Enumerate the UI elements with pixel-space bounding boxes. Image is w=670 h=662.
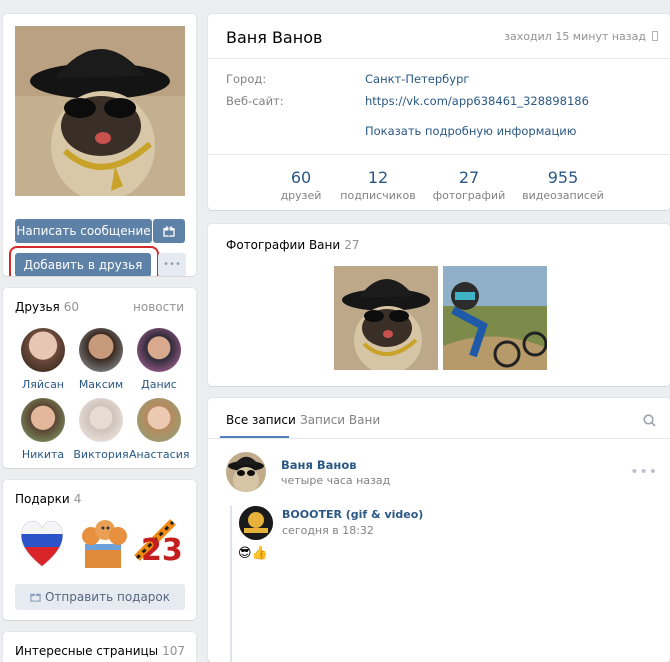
photos-block: Фотографии Вани 27 — [208, 224, 670, 386]
friends-heading[interactable]: Друзья 60 — [15, 300, 79, 314]
add-friend-button[interactable]: Добавить в друзья — [15, 253, 151, 276]
website-link[interactable]: https://vk.com/app638461_328898186 — [365, 94, 589, 108]
last-seen-status: заходил 15 минут назад — [504, 30, 658, 43]
gift-icon — [30, 593, 41, 602]
gift-button[interactable] — [153, 219, 185, 243]
website-label: Веб-сайт: — [226, 94, 284, 108]
city-link[interactable]: Санкт-Петербург — [365, 72, 469, 86]
gifts-heading[interactable]: Подарки 4 — [15, 492, 81, 506]
post-text: 😎👍 — [238, 546, 268, 561]
friends-block: Друзья 60 новости Ляйсан Максим Данис Ник… — [3, 288, 196, 468]
pug-photo — [15, 26, 185, 196]
avatar-block: Написать сообщение Добавить в друзья ••• — [3, 14, 196, 276]
friend-avatar — [21, 328, 65, 372]
st-george-23-gift[interactable]: 23 — [133, 518, 185, 568]
friend-item[interactable]: Анастасия — [129, 398, 189, 461]
divider — [208, 154, 670, 155]
photo-thumbnail[interactable] — [334, 266, 438, 370]
profile-avatar[interactable] — [15, 26, 185, 196]
svg-text:23: 23 — [141, 533, 183, 568]
stat-videos[interactable]: 955 видеозаписей — [513, 168, 613, 202]
send-message-button[interactable]: Написать сообщение — [15, 219, 152, 243]
photos-heading[interactable]: Фотографии Вани 27 — [226, 238, 359, 252]
gifts-block: Подарки 4 23 Отправить подарок — [3, 480, 196, 620]
friend-avatar — [79, 398, 123, 442]
stat-followers[interactable]: 12 подписчиков — [328, 168, 428, 202]
divider — [208, 438, 670, 439]
profile-info-block: Ваня Ванов заходил 15 минут назад Город:… — [208, 14, 670, 210]
friend-avatar — [137, 398, 181, 442]
divider — [208, 58, 670, 59]
friend-item[interactable]: Ляйсан — [13, 328, 73, 391]
profile-name: Ваня Ванов — [226, 28, 323, 47]
post-actions-menu[interactable]: ••• — [630, 464, 658, 480]
send-gift-button[interactable]: Отправить подарок — [15, 584, 185, 610]
post-author-avatar[interactable] — [226, 452, 266, 492]
city-label: Город: — [226, 72, 267, 86]
friend-avatar — [137, 328, 181, 372]
friends-updates-link[interactable]: новости — [133, 300, 184, 314]
mobile-icon — [652, 31, 658, 41]
photo-thumbnail[interactable] — [443, 266, 547, 370]
repost-author-avatar[interactable] — [239, 506, 273, 540]
search-icon[interactable] — [643, 414, 656, 427]
wall-block: Все записи Записи Вани Ваня Ванов четыре… — [208, 398, 670, 662]
stat-photos[interactable]: 27 фотографий — [419, 168, 519, 202]
friend-avatar — [21, 398, 65, 442]
post-author-name[interactable]: Ваня Ванов — [281, 458, 357, 472]
show-more-info-link[interactable]: Показать подробную информацию — [365, 124, 576, 138]
gift-icon — [163, 226, 175, 237]
repost-time[interactable]: сегодня в 18:32 — [282, 524, 374, 537]
repost-indicator — [230, 506, 232, 662]
pages-heading[interactable]: Интересные страницы 107 — [15, 644, 185, 658]
tab-all-posts[interactable]: Все записи — [226, 413, 296, 427]
post-time[interactable]: четыре часа назад — [281, 474, 390, 487]
friend-item[interactable]: Виктория — [71, 398, 131, 461]
friend-item[interactable]: Данис — [129, 328, 189, 391]
friend-item[interactable]: Никита — [13, 398, 73, 461]
tab-owner-posts[interactable]: Записи Вани — [300, 413, 380, 427]
pages-block: Интересные страницы 107 — [3, 632, 196, 662]
friend-avatar — [79, 328, 123, 372]
friend-item[interactable]: Максим — [71, 328, 131, 391]
more-actions-button[interactable]: ••• — [158, 253, 186, 276]
cats-box-gift[interactable] — [77, 514, 129, 570]
heart-flag-gift[interactable] — [17, 514, 67, 570]
repost-author-name[interactable]: BOOOTER (gif & video) — [282, 508, 423, 521]
